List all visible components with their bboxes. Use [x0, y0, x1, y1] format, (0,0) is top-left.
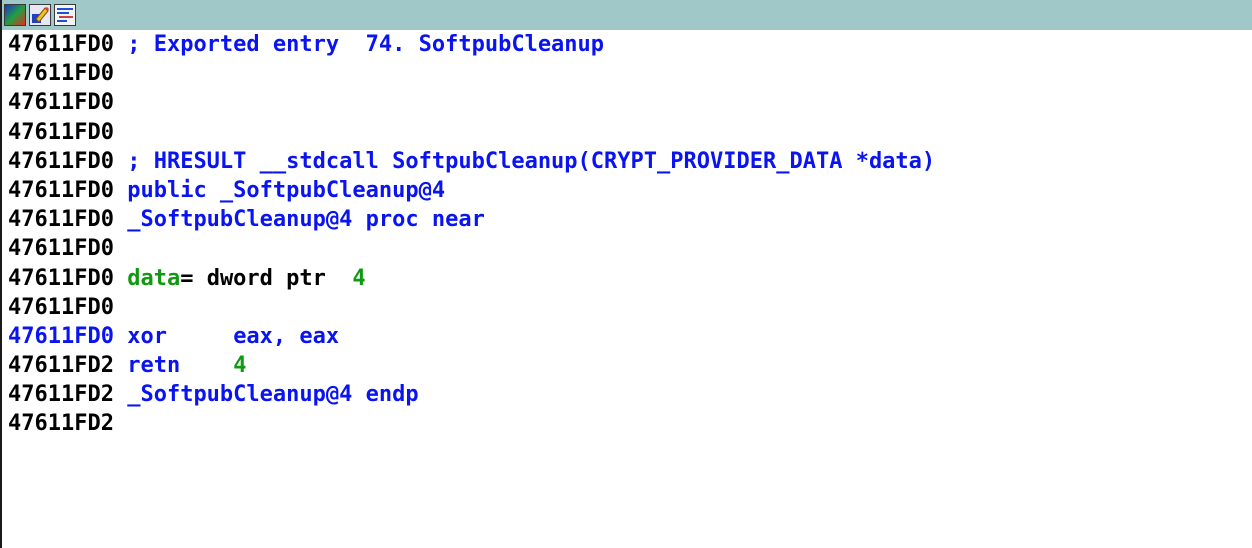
address-label: 47611FD0 [8, 32, 114, 57]
listing-line[interactable]: 47611FD0 xor eax, eax [8, 322, 1252, 351]
listing-line[interactable]: 47611FD0 [8, 118, 1252, 147]
address-label: 47611FD0 [8, 207, 114, 233]
address-label: 47611FD0 [8, 148, 114, 174]
address-label: 47611FD0 [8, 236, 114, 262]
listing-line[interactable]: 47611FD0 ; Exported entry 74. SoftpubCle… [8, 30, 1252, 59]
listing-line[interactable]: 47611FD0 [8, 293, 1252, 322]
disassembly-listing[interactable]: 47611FD0 ; Exported entry 74. SoftpubCle… [8, 30, 1252, 439]
listing-line[interactable]: 47611FD2 _SoftpubCleanup@4 endp [8, 380, 1252, 409]
listing-line[interactable]: 47611FD2 retn 4 [8, 351, 1252, 380]
listing-line[interactable]: 47611FD0 [8, 59, 1252, 88]
listing-line[interactable]: 47611FD0 data= dword ptr 4 [8, 264, 1252, 293]
address-label: 47611FD2 [8, 411, 114, 437]
address-label: 47611FD0 [8, 177, 114, 203]
listing-line[interactable]: 47611FD0 ; HRESULT __stdcall SoftpubClea… [8, 147, 1252, 176]
text-view-icon[interactable] [54, 4, 76, 26]
code-text: 4 [233, 353, 247, 379]
code-text: ; Exported entry 74. SoftpubCleanup [113, 32, 605, 57]
listing-line[interactable]: 47611FD2 [8, 409, 1252, 438]
address-label: 47611FD0 [8, 119, 114, 145]
listing-line[interactable]: 47611FD0 public _SoftpubCleanup@4 [8, 176, 1252, 205]
code-text: _SoftpubCleanup@4 endp [113, 382, 419, 408]
code-text: public _SoftpubCleanup@4 [113, 177, 446, 203]
code-text: _SoftpubCleanup@4 proc near [113, 207, 485, 233]
code-text: retn [113, 353, 234, 379]
disassembly-window: 47611FD0 ; Exported entry 74. SoftpubCle… [0, 0, 1252, 548]
code-text: = dword ptr [180, 265, 353, 291]
edit-pencil-icon[interactable] [29, 4, 51, 26]
code-text: ; HRESULT __stdcall SoftpubCleanup(CRYPT… [113, 148, 936, 174]
address-label: 47611FD0 [8, 61, 114, 87]
listing-line[interactable]: 47611FD0 [8, 88, 1252, 117]
address-label: 47611FD2 [8, 353, 114, 379]
listing-line[interactable]: 47611FD0 _SoftpubCleanup@4 proc near [8, 205, 1252, 234]
address-label: 47611FD2 [8, 382, 114, 408]
code-text: xor [113, 323, 234, 349]
address-label: 47611FD0 [8, 265, 114, 291]
title-bar [2, 0, 1252, 30]
code-text: eax, eax [233, 323, 340, 349]
address-label: 47611FD0 [8, 90, 114, 116]
graph-view-icon[interactable] [4, 4, 26, 26]
code-text: data [113, 265, 181, 291]
code-text: 4 [352, 265, 366, 291]
address-label: 47611FD0 [8, 323, 114, 349]
address-label: 47611FD0 [8, 294, 114, 320]
listing-line[interactable]: 47611FD0 [8, 234, 1252, 263]
